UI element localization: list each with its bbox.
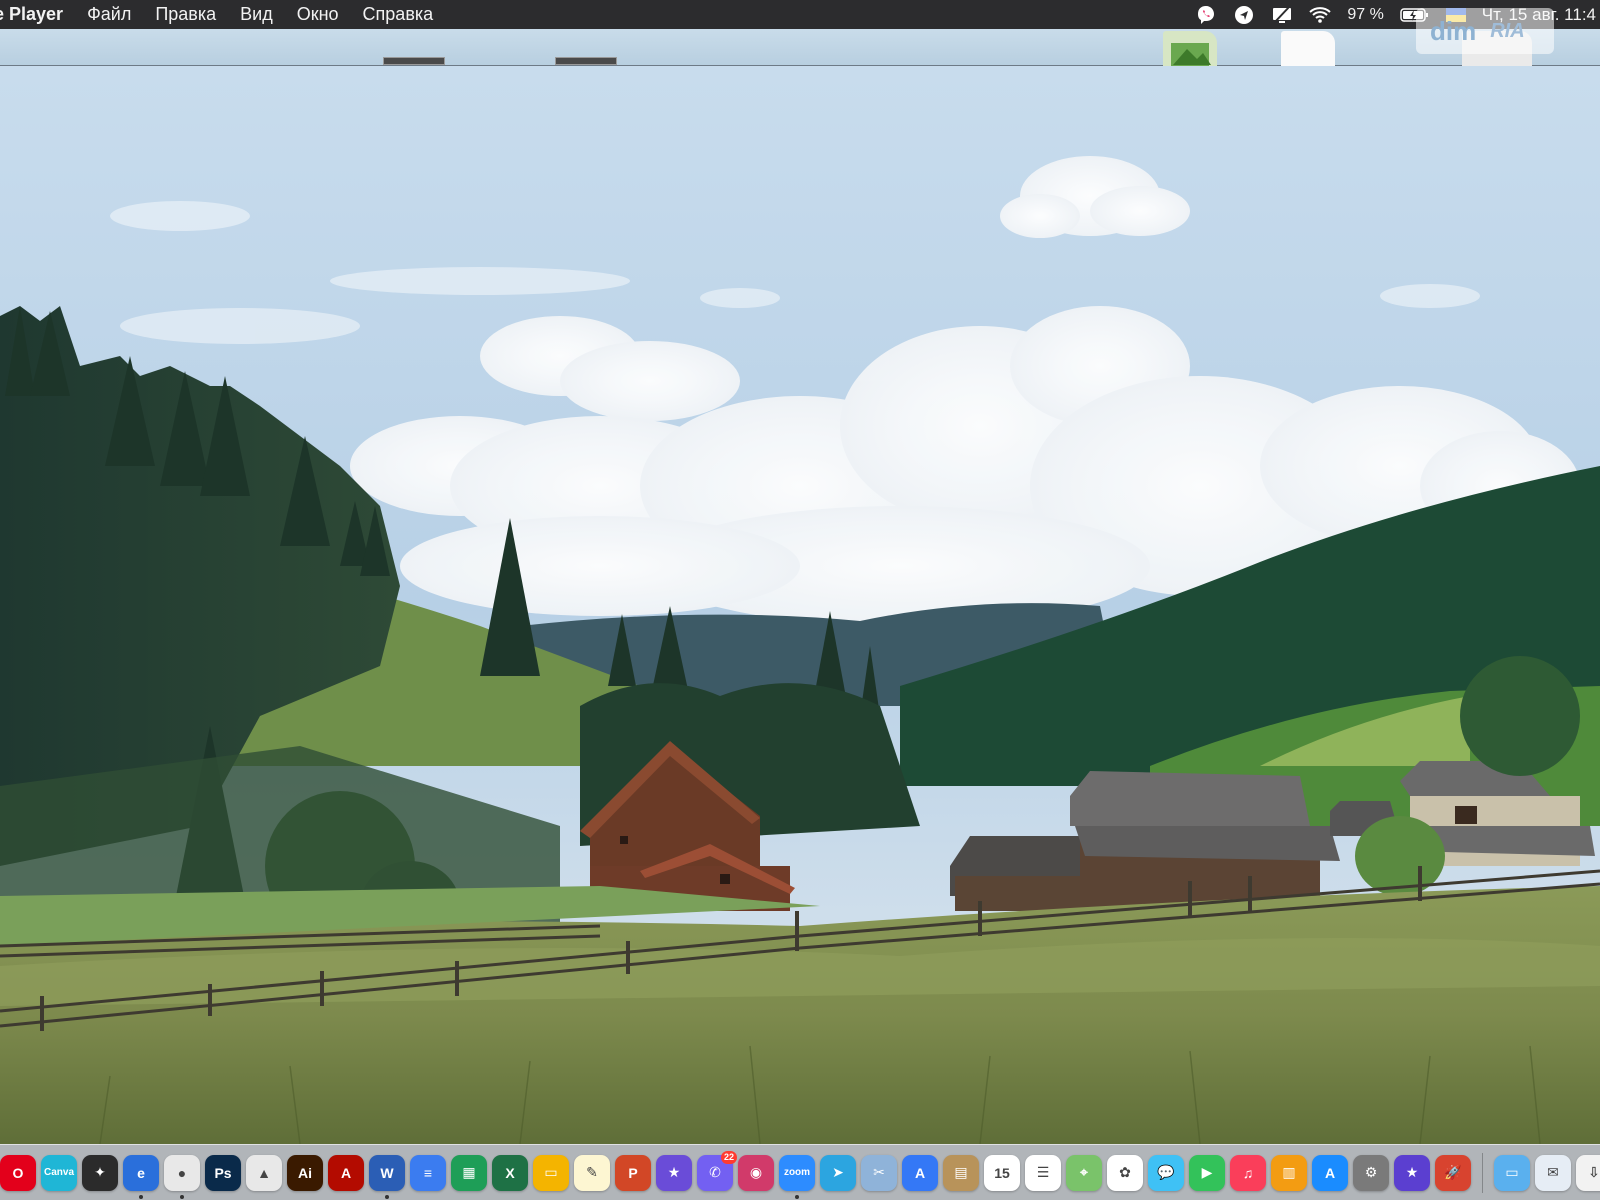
watermark-sub: RIA — [1490, 19, 1525, 42]
viber-status-icon[interactable] — [1195, 4, 1217, 26]
canva-icon[interactable]: Canva — [41, 1154, 77, 1191]
downloads-stack-icon[interactable]: ⇩ — [1576, 1154, 1600, 1191]
notification-off-icon[interactable] — [1271, 4, 1293, 26]
menu-window[interactable]: Окно — [297, 4, 339, 25]
running-indicator — [795, 1194, 799, 1199]
folder-icon[interactable]: ▭ — [1494, 1154, 1530, 1191]
acrobat-icon[interactable]: A — [328, 1154, 364, 1191]
imovie-icon[interactable]: ★ — [656, 1154, 692, 1191]
preview-icon[interactable]: ✂ — [861, 1154, 897, 1191]
watermark-brand: dim — [1430, 15, 1477, 46]
google-slides-icon[interactable]: ▭ — [533, 1154, 569, 1191]
figma-icon[interactable]: ✦ — [82, 1154, 118, 1191]
desktop-wallpaper-photo — [0, 66, 1600, 1144]
dimria-watermark: dim RIA — [1416, 8, 1554, 54]
zoom-icon[interactable]: zoom — [779, 1154, 815, 1199]
powerpoint-icon[interactable]: P — [615, 1154, 651, 1191]
books-icon[interactable]: ▥ — [1271, 1154, 1307, 1191]
battery-percent[interactable]: 97 % — [1347, 6, 1383, 24]
notification-badge: 22 — [720, 1150, 737, 1164]
menu-file[interactable]: Файл — [87, 4, 131, 25]
google-docs-icon[interactable]: ≡ — [410, 1154, 446, 1191]
google-drive-icon[interactable]: ▲ — [246, 1154, 282, 1191]
word-icon[interactable]: W — [369, 1154, 405, 1199]
dock-app-list: O Canva ✦ e ● Ps ▲ Ai A W ≡ ▦ X ▭ ✎ P ★ ✆ 22 ◉ zoom ➤ ✂ A ▤ 15 ☰ ⌖ ✿… — [0, 1150, 1471, 1199]
rocket-typist-icon[interactable]: 🚀 — [1435, 1154, 1471, 1191]
imovie-star-icon[interactable]: ★ — [1394, 1154, 1430, 1191]
telegram-icon[interactable]: ➤ — [820, 1154, 856, 1191]
running-indicator — [180, 1194, 184, 1199]
running-indicator — [385, 1194, 389, 1199]
calendar-icon[interactable]: 15 — [984, 1154, 1020, 1191]
photoshop-icon[interactable]: Ps — [205, 1154, 241, 1191]
menu-view[interactable]: Вид — [240, 4, 273, 25]
photos-icon[interactable]: ✿ — [1107, 1154, 1143, 1191]
messages-icon[interactable]: 💬 — [1148, 1154, 1184, 1191]
reminders-icon[interactable]: ☰ — [1025, 1154, 1061, 1191]
music-icon[interactable]: ♫ — [1230, 1154, 1266, 1191]
mail-stack-icon[interactable]: ✉ — [1535, 1154, 1571, 1191]
contacts-icon[interactable]: ▤ — [943, 1154, 979, 1191]
desktop-file-image-icon[interactable] — [1163, 31, 1217, 66]
location-icon[interactable] — [1233, 4, 1255, 26]
maps-icon[interactable]: ⌖ — [1066, 1154, 1102, 1191]
illustrator-icon[interactable]: Ai — [287, 1154, 323, 1191]
notes-icon[interactable]: ✎ — [574, 1154, 610, 1191]
menu-bar: e Player Файл Правка Вид Окно Справка 97… — [0, 0, 1600, 29]
system-settings-icon[interactable]: ⚙ — [1353, 1154, 1389, 1191]
menu-help[interactable]: Справка — [363, 4, 434, 25]
viber-icon[interactable]: ✆ 22 — [697, 1150, 737, 1191]
excel-icon[interactable]: X — [492, 1154, 528, 1191]
menu-edit[interactable]: Правка — [155, 4, 216, 25]
dock: O Canva ✦ e ● Ps ▲ Ai A W ≡ ▦ X ▭ ✎ P ★ ✆ 22 ◉ zoom ➤ ✂ A ▤ 15 ☰ ⌖ ✿… — [0, 1144, 1600, 1200]
background-windows-strip — [0, 29, 1600, 66]
edge-icon[interactable]: e — [123, 1154, 159, 1199]
desktop-file-document-icon[interactable] — [1281, 31, 1335, 66]
landscape-photo — [0, 66, 1600, 1144]
wifi-icon[interactable] — [1309, 4, 1331, 26]
google-sheets-icon[interactable]: ▦ — [451, 1154, 487, 1191]
running-indicator — [139, 1194, 143, 1199]
chrome-icon[interactable]: ● — [164, 1154, 200, 1199]
window-thumbnail[interactable] — [555, 57, 617, 65]
facetime-icon[interactable]: ▶ — [1189, 1154, 1225, 1191]
translate-icon[interactable]: A — [902, 1154, 938, 1191]
app-store-icon[interactable]: A — [1312, 1154, 1348, 1191]
opera-icon[interactable]: O — [0, 1154, 36, 1191]
dock-stacks: ▭ ✉ ⇩ — [1494, 1154, 1600, 1191]
photo-booth-icon[interactable]: ◉ — [738, 1154, 774, 1191]
dock-separator — [1482, 1152, 1483, 1193]
app-menu[interactable]: e Player — [0, 4, 63, 25]
window-thumbnail[interactable] — [383, 57, 445, 65]
